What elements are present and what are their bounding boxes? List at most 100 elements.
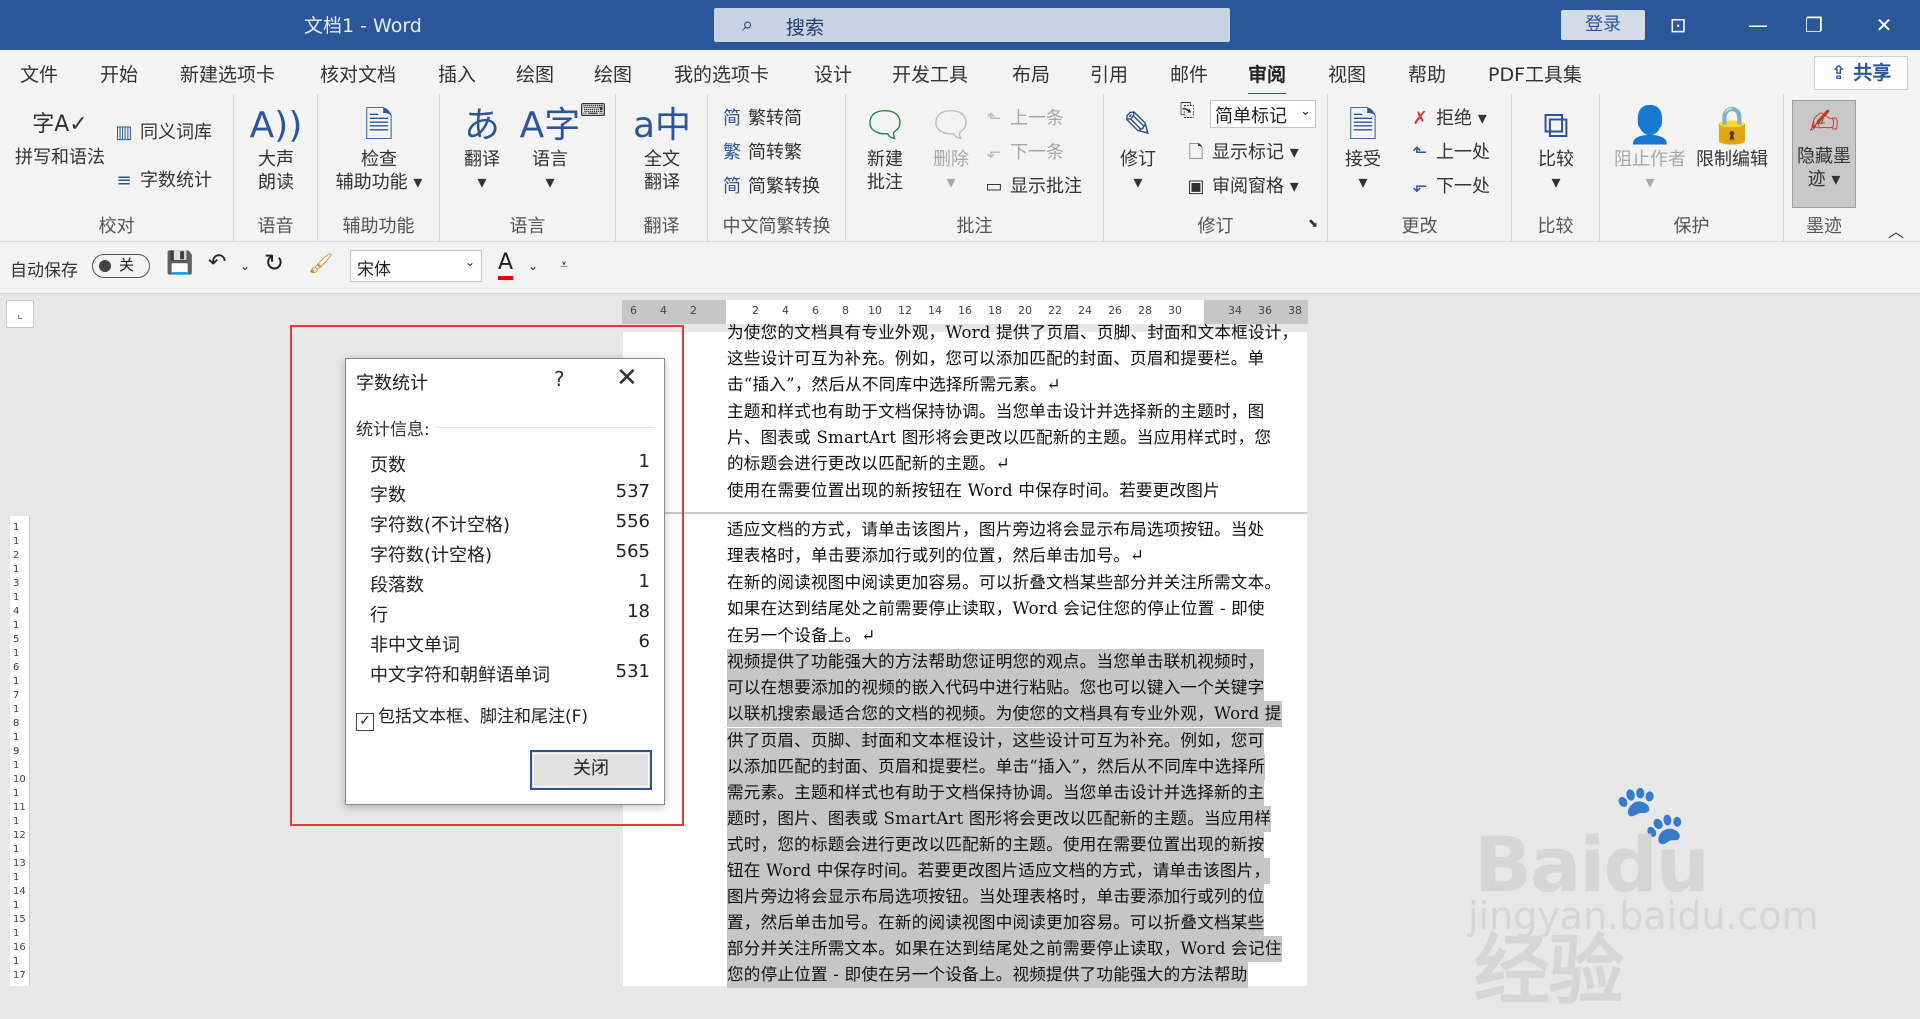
- doc-line[interactable]: 理表格时，单击要添加行或列的位置，然后单击加号。↵: [727, 543, 1144, 569]
- tab-layout[interactable]: 布局: [1012, 60, 1050, 87]
- simp-to-trad-button[interactable]: 繁简转繁: [720, 138, 802, 164]
- restore-icon[interactable]: ❐: [1794, 8, 1834, 42]
- font-select[interactable]: 宋体 ⌄: [350, 250, 482, 282]
- spelling-grammar-button[interactable]: 字A✓ 拼写和语法: [10, 104, 110, 169]
- vertical-ruler[interactable]: 1 1 2 1 3 1 4 1 5 1 6 1 7 1 8 1 9 1 10 1 11 1 12 1 13 1 14 1 15 1 16 1 1…: [10, 516, 30, 986]
- selected-line[interactable]: 供了页眉、页脚、封面和文本框设计，这些设计可互为补充。例如，您可: [727, 728, 1265, 754]
- doc-line[interactable]: 这些设计可互为补充。例如，您可以添加匹配的封面、页眉和提要栏。单: [727, 346, 1264, 372]
- font-color-dropdown-icon[interactable]: ⌄: [528, 259, 538, 273]
- selected-line[interactable]: 需元素。主题和样式也有助于文档保持协调。当您单击设计并选择新的主: [727, 780, 1265, 806]
- doc-line[interactable]: 为使您的文档具有专业外观，Word 提供了页眉、页脚、封面和文本框设计，: [727, 320, 1298, 346]
- thesaurus-button[interactable]: ▥ 同义词库: [112, 118, 212, 144]
- undo-icon[interactable]: ↶: [208, 250, 226, 275]
- close-icon[interactable]: ✕: [1864, 8, 1904, 42]
- translate-button[interactable]: あ 翻译 ▾: [450, 104, 514, 194]
- doc-line[interactable]: 主题和样式也有助于文档保持协调。当您单击设计并选择新的主题时，图: [727, 399, 1264, 425]
- next-comment-button[interactable]: ⬐ 下一条: [982, 138, 1064, 164]
- hide-ink-button[interactable]: ✍ 隐藏墨 迹 ▾: [1792, 100, 1856, 208]
- font-color-icon[interactable]: A: [498, 250, 514, 280]
- login-button[interactable]: 登录: [1561, 10, 1645, 40]
- tab-draw-2[interactable]: 绘图: [594, 60, 632, 87]
- tab-new[interactable]: 新建选项卡: [180, 60, 275, 87]
- tab-references[interactable]: 引用: [1090, 60, 1128, 87]
- tab-design[interactable]: 设计: [814, 60, 852, 87]
- tab-my-tab[interactable]: 我的选项卡: [674, 60, 769, 87]
- tab-home[interactable]: 开始: [100, 60, 138, 87]
- selected-line[interactable]: 视频提供了功能强大的方法帮助您证明您的观点。当您单击联机视频时，: [727, 649, 1265, 675]
- tab-mailings[interactable]: 邮件: [1170, 60, 1208, 87]
- prev-comment-button[interactable]: ⬑ 上一条: [982, 104, 1064, 130]
- selected-line[interactable]: 置，然后单击加号。在新的阅读视图中阅读更加容易。可以折叠文档某些: [727, 910, 1265, 936]
- selected-line[interactable]: 可以在想要添加的视频的嵌入代码中进行粘贴。您也可以键入一个关键字: [727, 675, 1265, 701]
- minimize-icon[interactable]: —: [1738, 8, 1778, 42]
- selected-line[interactable]: 式时，您的标题会进行更改以匹配新的主题。使用在需要位置出现的新按: [727, 832, 1265, 858]
- autosave-toggle[interactable]: 关: [92, 254, 150, 278]
- help-icon[interactable]: ?: [554, 367, 565, 391]
- share-button[interactable]: ⇪ 共享: [1814, 56, 1908, 90]
- markup-select[interactable]: 简单标记 ⌄: [1210, 100, 1316, 128]
- language-button[interactable]: A字 语言 ▾: [518, 104, 582, 194]
- tab-view[interactable]: 视图: [1328, 60, 1366, 87]
- selected-line[interactable]: 图片旁边将会显示布局选项按钮。当处理表格时，单击要添加行或列的位: [727, 884, 1265, 910]
- save-icon[interactable]: 💾: [166, 251, 193, 276]
- format-painter-icon[interactable]: 🖌: [308, 251, 333, 275]
- prev-change-button[interactable]: ⬑ 上一处: [1408, 138, 1490, 164]
- search-box[interactable]: ⌕ 搜索: [714, 8, 1230, 42]
- trad-to-simp-button[interactable]: 简繁转简: [720, 104, 802, 130]
- compare-button[interactable]: ⧉ 比较 ▾: [1512, 104, 1600, 194]
- tab-pdf-tools[interactable]: PDF工具集: [1488, 60, 1582, 87]
- dialog-close-icon[interactable]: ✕: [616, 363, 638, 393]
- close-button[interactable]: 关闭: [530, 750, 652, 790]
- tab-developer[interactable]: 开发工具: [892, 60, 968, 87]
- tab-check-doc[interactable]: 核对文档: [320, 60, 396, 87]
- doc-line[interactable]: 使用在需要位置出现的新按钮在 Word 中保存时间。若要更改图片: [727, 478, 1220, 504]
- doc-line[interactable]: 如果在达到结尾处之前需要停止读取，Word 会记住您的停止位置 - 即使: [727, 596, 1265, 622]
- redo-icon[interactable]: ↻: [264, 249, 284, 277]
- lock-icon: 🔒: [1709, 105, 1755, 146]
- restrict-editing-button[interactable]: 🔒 限制编辑: [1692, 104, 1772, 171]
- track-changes-button[interactable]: ✎ 修订 ▾: [1110, 104, 1166, 194]
- tab-selector[interactable]: ⌞: [6, 300, 34, 328]
- doc-line[interactable]: 在新的阅读视图中阅读更加容易。可以折叠文档某些部分并关注所需文本。: [727, 570, 1281, 596]
- next-change-button[interactable]: ⬐ 下一处: [1408, 172, 1490, 198]
- word-count-button[interactable]: ≡ 字数统计: [112, 166, 212, 192]
- stat-label: 字符数(计空格): [370, 545, 493, 566]
- doc-line[interactable]: 片、图表或 SmartArt 图形将会更改以匹配新的主题。当应用样式时，您: [727, 425, 1271, 451]
- doc-line[interactable]: 适应文档的方式，请单击该图片，图片旁边将会显示布局选项按钮。当处: [727, 517, 1264, 543]
- selected-line[interactable]: 钮在 Word 中保存时间。若要更改图片适应文档的方式，请单击该图片，: [727, 858, 1271, 884]
- convert-button[interactable]: 简简繁转换: [720, 172, 820, 198]
- selected-line[interactable]: 以添加匹配的封面、页眉和提要栏。单击“插入”，然后从不同库中选择所: [727, 754, 1265, 780]
- collapse-ribbon-icon[interactable]: ︿: [1888, 218, 1904, 242]
- block-authors-button[interactable]: 👤 阻止作者 ▾: [1612, 104, 1688, 194]
- read-aloud-button[interactable]: A)) 大声 朗读: [234, 104, 318, 194]
- review-pane-button[interactable]: ▣ 审阅窗格 ▾: [1184, 172, 1298, 198]
- doc-line[interactable]: 的标题会进行更改以匹配新的主题。↵: [727, 451, 1010, 477]
- new-comment-button[interactable]: 🗨 新建 批注: [850, 104, 920, 194]
- check-accessibility-button[interactable]: 🗎 检查 辅助功能 ▾: [318, 104, 440, 194]
- accept-button[interactable]: 🗎 接受 ▾: [1334, 104, 1392, 194]
- doc-line[interactable]: 在另一个设备上。↵: [727, 623, 875, 649]
- full-translate-button[interactable]: a中 全文 翻译: [616, 104, 708, 194]
- selected-line[interactable]: 以联机搜索最适合您的文档的视频。为使您的文档具有专业外观，Word 提: [727, 701, 1282, 727]
- customize-qat-icon[interactable]: ⩡: [560, 257, 568, 273]
- tab-file[interactable]: 文件: [20, 60, 58, 87]
- reject-button[interactable]: ✗ 拒绝 ▾: [1408, 104, 1486, 130]
- keyboard-icon[interactable]: ⌨: [580, 100, 606, 121]
- tab-draw[interactable]: 绘图: [516, 60, 554, 87]
- quick-access-toolbar: 自动保存 关 💾 ↶ ⌄ ↻ 🖌 宋体 ⌄ A ⌄ ⩡: [0, 242, 1920, 294]
- doc-line[interactable]: 击“插入”，然后从不同库中选择所需元素。↵: [727, 372, 1061, 398]
- include-textboxes-checkbox[interactable]: ✓ 包括文本框、脚注和尾注(F): [356, 702, 588, 731]
- ruler-label: 1: [13, 704, 20, 715]
- show-comments-button[interactable]: ▭ 显示批注: [982, 172, 1082, 198]
- selected-line[interactable]: 题时，图片、图表或 SmartArt 图形将会更改以匹配新的主题。当应用样: [727, 806, 1272, 832]
- tab-review[interactable]: 审阅: [1248, 60, 1287, 96]
- selected-line[interactable]: 您的停止位置 - 即使在另一个设备上。视频提供了功能强大的方法帮助: [727, 962, 1248, 988]
- tab-help[interactable]: 帮助: [1408, 60, 1446, 87]
- tab-insert[interactable]: 插入: [438, 60, 476, 87]
- ribbon-display-icon[interactable]: ⊡: [1658, 8, 1698, 42]
- delete-comment-button[interactable]: 🗨 删除 ▾: [922, 104, 980, 194]
- undo-dropdown-icon[interactable]: ⌄: [240, 259, 250, 273]
- show-markup-button[interactable]: 🗋 显示标记 ▾: [1184, 138, 1299, 170]
- ruler-label: 4: [13, 606, 20, 617]
- selected-line[interactable]: 部分并关注所需文本。如果在达到结尾处之前需要停止读取，Word 会记住: [727, 936, 1282, 962]
